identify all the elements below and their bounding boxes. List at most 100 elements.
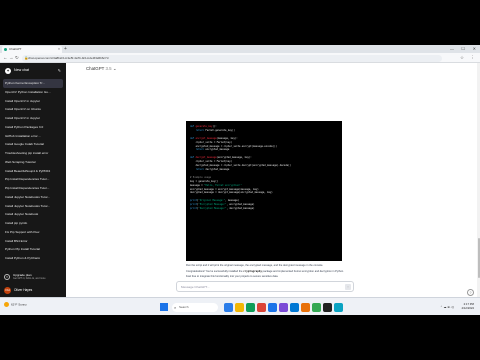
code-token: , message) [225,199,240,203]
new-tab-button[interactable]: + [64,46,67,52]
code-token: "Original Message:" [198,199,226,203]
sidebar-history-item[interactable]: OpenCV Python Installation Gu... [3,88,63,97]
message-input[interactable] [181,282,341,292]
back-button[interactable]: ← [3,54,8,62]
new-chat-button[interactable]: ✦ New chat ✎ [3,65,63,76]
code-token: Fernet.generate_key() [205,128,235,132]
model-selector[interactable]: ChatGPT 3.5 ⌄ [86,65,117,72]
sidebar-history-item[interactable]: Install Google Colab Tutorial [3,140,63,149]
sidebar-history-item[interactable]: Install Python Packages 3.0 [3,123,63,132]
taskbar-app-icon[interactable] [312,302,321,312]
scrollbar-thumb[interactable] [477,238,480,278]
user-name: Oliver Hayes [14,288,33,292]
sidebar-history-item[interactable]: Fix Pip Support with Pew [3,228,63,237]
browser-tab[interactable]: ChatGPT × [2,46,62,53]
browser-tab-bar: ChatGPT × + — ☐ ✕ [0,45,480,53]
code-token: print [190,207,198,211]
sidebar: ✦ New chat ✎ Python Kernel Exception Tr.… [0,63,66,297]
chat-history-list: Python Kernel Exception Tr... OpenCV Pyth… [3,79,63,263]
answer-paragraph: Run the script and it will print the ori… [186,264,324,267]
taskbar-app-icon[interactable] [279,302,288,312]
code-token: # Example usage [190,175,212,179]
sidebar-history-item[interactable]: Install Jupyter Notebooks Tutor... [3,202,63,211]
taskbar-app-icon[interactable] [323,302,332,312]
upgrade-subtitle: Get GPT-4, DALL·E, and more [13,277,46,280]
new-chat-label: New chat [14,68,29,72]
url-field[interactable]: 🔒 chat.openai.com/c/4a8b2c1d-3e5f-4a7b-9… [22,54,442,62]
code-token: "Hello, Fernet encryption!" [204,183,242,187]
sidebar-history-item[interactable]: Install pip pyinfo [3,219,63,228]
code-token: , encrypted_message) [226,203,255,207]
sparkle-icon: ✦ [4,274,10,280]
model-name: ChatGPT [86,65,105,71]
start-button[interactable] [160,303,168,311]
code-token: return [195,128,206,132]
sidebar-history-item[interactable]: GitHub Installation error ... [3,132,63,141]
avatar: OH [4,286,11,294]
taskbar-app-icon[interactable] [334,302,343,312]
code-token: cipher_suite = Fernet(key) [190,140,233,144]
help-icon[interactable]: ? [467,289,474,296]
sidebar-history-item[interactable]: Pip Install Dependencies Tutor... [3,184,63,193]
code-token: encrypted_message = cipher_suite.encrypt… [190,144,277,148]
code-content: def generate_key(): return Fernet.genera… [186,121,342,211]
sidebar-history-item[interactable]: Python Pip Install Tutorial [3,245,63,254]
upgrade-plan-button[interactable]: ✦ Upgrade plan Get GPT-4, DALL·E, and mo… [3,272,63,282]
chevron-down-icon: ⌄ [112,65,117,71]
taskbar-search[interactable]: ⌕ Search [172,302,218,312]
code-token: encrypt_message [195,136,217,140]
code-token: (encrypted_message, key): [216,156,252,160]
code-token: decrypted_message [205,167,230,171]
taskbar-app-icon[interactable] [268,302,277,312]
lock-icon: 🔒 [24,55,29,60]
browser-menu-icon[interactable]: ⋮ [471,54,476,62]
sidebar-history-item[interactable]: Pip Install Dependencies Tutor... [3,175,63,184]
minimize-button[interactable]: — [450,45,454,53]
code-token: encrypted_message = encrypt_message(mess… [190,187,259,191]
sidebar-history-item[interactable]: Install Python & PyCharm [3,254,63,263]
maximize-button[interactable]: ☐ [461,45,465,53]
forward-button[interactable]: → [9,54,14,62]
sidebar-history-item[interactable]: Install OpenCV on Ubuntu [3,105,63,114]
close-window-button[interactable]: ✕ [473,45,476,53]
sidebar-history-item[interactable]: Web Scraping Tutorial [3,158,63,167]
sidebar-history-item[interactable]: Install Jupyter Notebook [3,210,63,219]
taskbar-app-icon[interactable] [224,302,233,312]
sidebar-history-item[interactable]: Python Kernel Exception Tr... [3,79,63,88]
code-token: "Encrypted Message:" [198,203,227,207]
search-placeholder: Search [179,304,189,309]
chatgpt-favicon-icon [4,48,7,51]
send-button[interactable]: ↑ [345,284,351,290]
sidebar-history-item[interactable]: Install Jupyter Notebooks Tutor... [3,193,63,202]
answer-paragraph: Congratulations! You've successfully ins… [186,270,344,278]
tab-title: ChatGPT [9,47,22,51]
sidebar-history-item[interactable]: Install OpenCV in Jupyter [3,97,63,106]
sidebar-history-item[interactable]: Install BeautifulSoup4 & PyPDF2 [3,167,63,176]
system-tray[interactable]: ⌃ ☁ ⊕ ◁) [440,303,454,311]
sun-icon [4,302,9,307]
address-bar-row: ← → ↻ 🔒 chat.openai.com/c/4a8b2c1d-3e5f-… [0,53,480,63]
tab-close-icon[interactable]: × [58,46,60,53]
reload-button[interactable]: ↻ [15,54,19,62]
model-version: 3.5 [105,65,112,71]
code-token: generate_key [195,125,213,128]
sidebar-history-item[interactable]: Troubleshooting pip install error [3,149,63,158]
taskbar-app-icon[interactable] [235,302,244,312]
taskbar-app-icon[interactable] [290,302,299,312]
bookmark-star-icon[interactable]: ☆ [460,54,464,62]
edit-icon[interactable]: ✎ [58,65,61,76]
weather-widget[interactable]: 62°F Sunny [4,302,27,307]
code-token: key = generate_key() [190,179,219,183]
code-token: encrypted_message [205,148,230,152]
taskbar-app-icon[interactable] [257,302,266,312]
sidebar-history-item[interactable]: Install OpenCV in Jupyter [3,114,63,123]
code-token: , decrypted_message) [226,207,255,211]
user-menu[interactable]: OH Oliver Hayes [3,285,63,295]
sidebar-history-item[interactable]: Install BS4 Error [3,237,63,246]
clock[interactable]: 2:17 PM 4/12/2024 [462,302,474,310]
code-token: message = [190,183,205,187]
taskbar-app-icon[interactable] [301,302,310,312]
weather-desc: Sunny [18,302,27,307]
code-token: decrypt_message [195,156,217,160]
taskbar-app-icon[interactable] [246,302,255,312]
